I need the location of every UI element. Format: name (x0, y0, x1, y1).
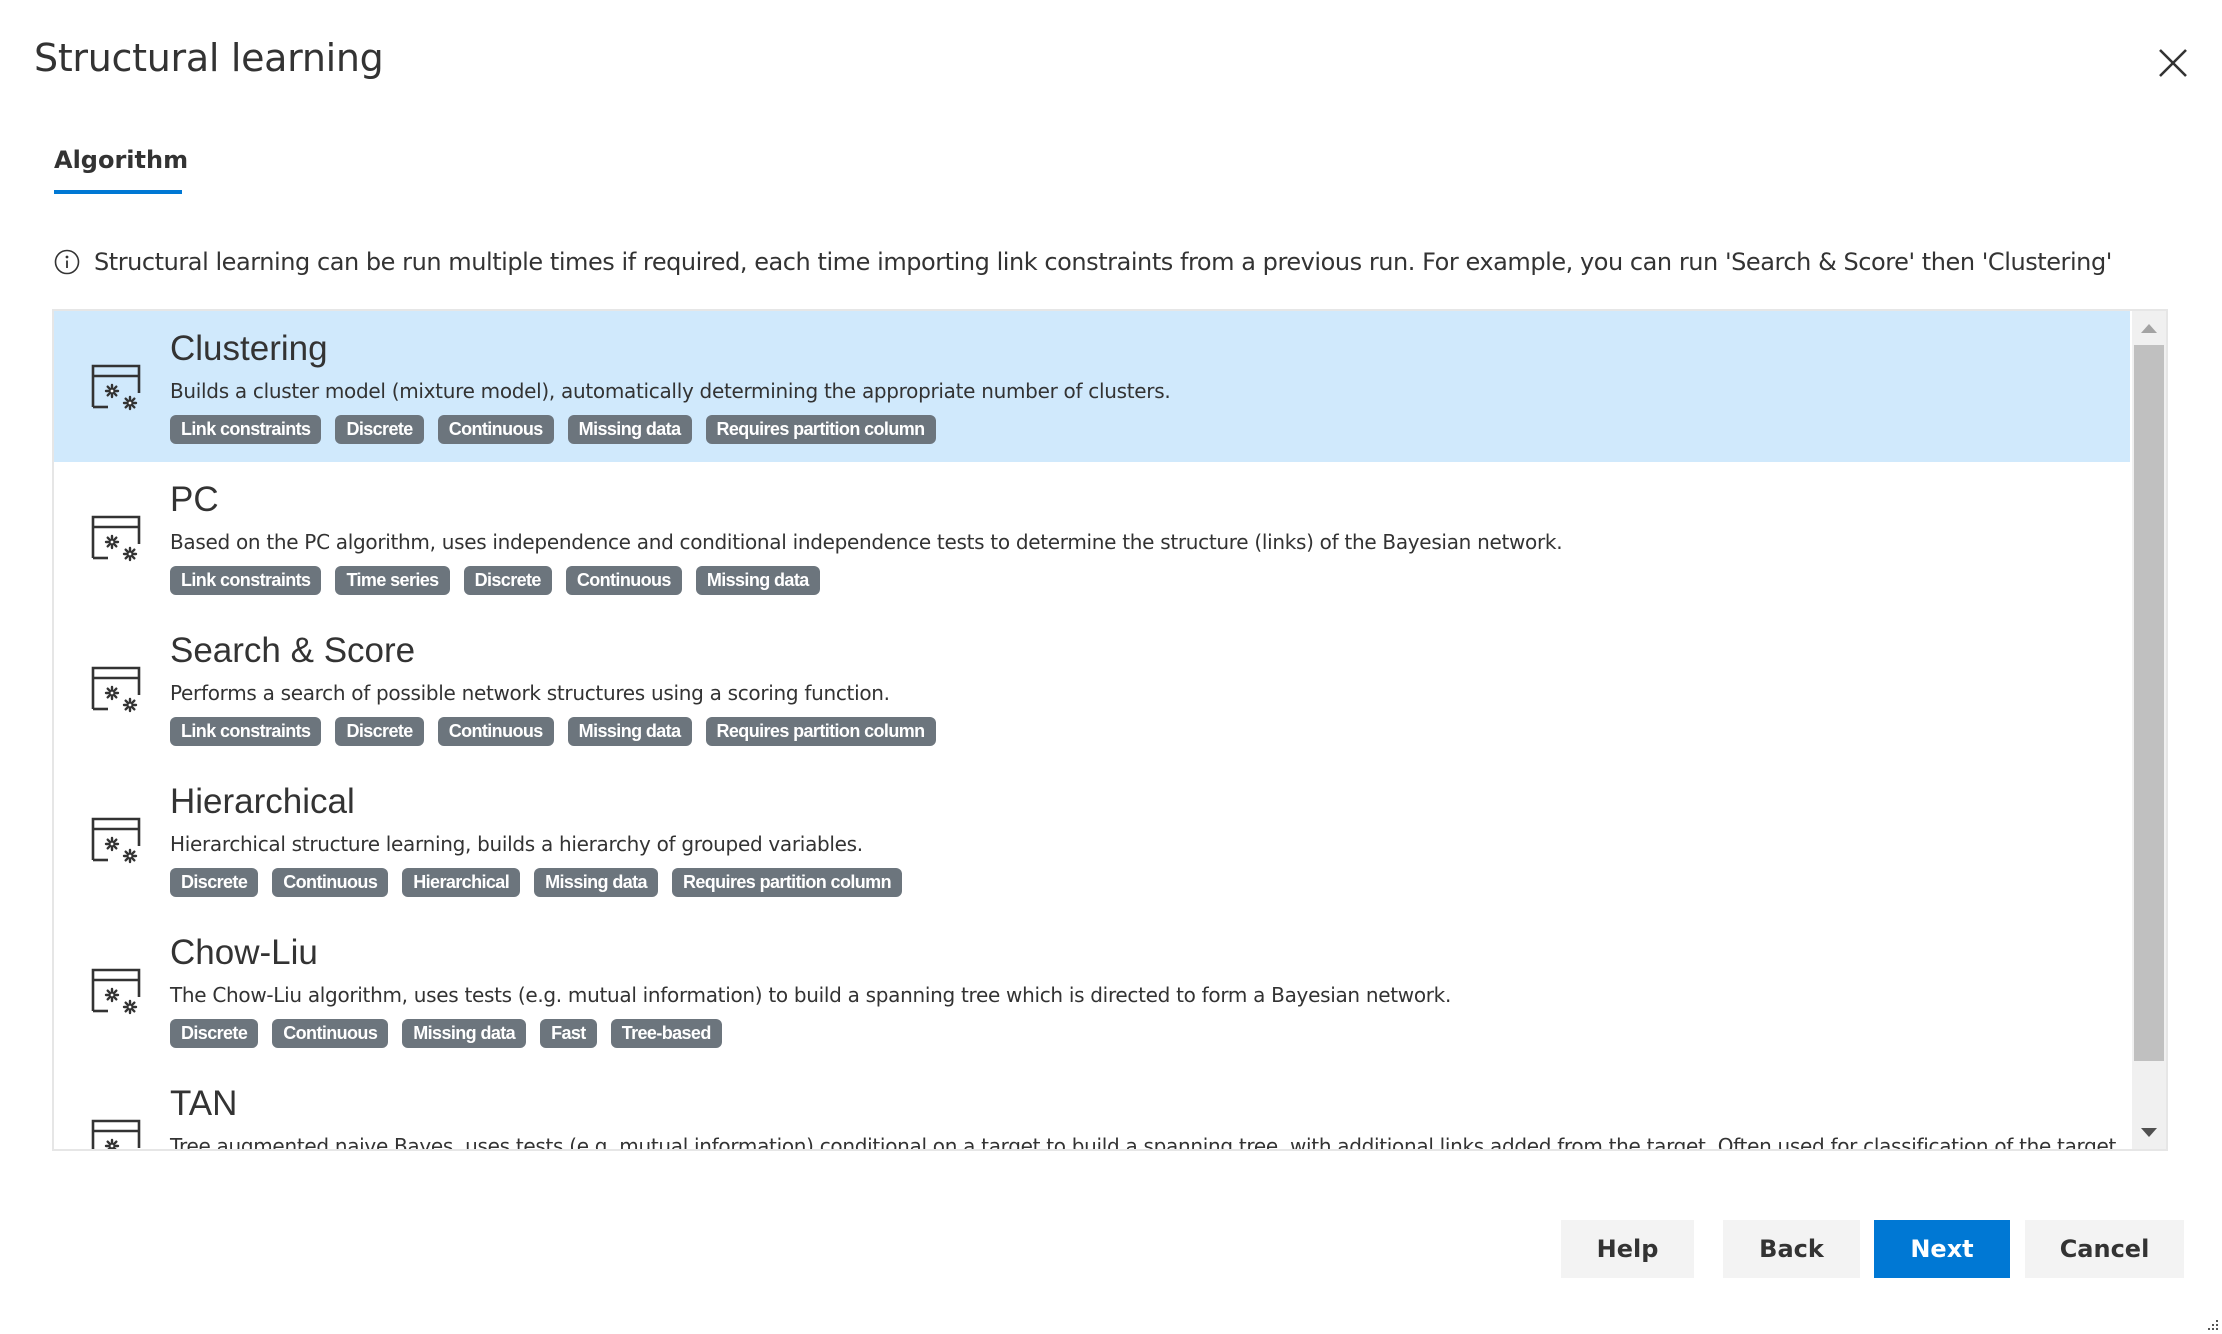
tag-badge: Fast (540, 1019, 597, 1048)
algorithm-settings-icon (90, 514, 144, 564)
algorithm-title: PC (170, 480, 219, 519)
algorithm-item-pc[interactable]: PC Based on the PC algorithm, uses indepe… (54, 462, 2130, 613)
algorithm-title: Search & Score (170, 631, 416, 670)
tag-badge: Requires partition column (705, 415, 936, 444)
back-button[interactable]: Back (1723, 1220, 1860, 1278)
resize-grip-icon[interactable] (2204, 1316, 2220, 1332)
algorithm-tags: Link constraints Discrete Continuous Missin… (170, 415, 936, 444)
algorithm-list-items: Clustering Builds a cluster model (mixtur… (54, 311, 2130, 1149)
tag-badge: Link constraints (170, 566, 322, 595)
algorithm-list[interactable]: Clustering Builds a cluster model (mixtur… (52, 309, 2168, 1151)
tag-badge: Requires partition column (671, 868, 902, 897)
algorithm-title: Hierarchical (170, 782, 355, 821)
tag-badge: Missing data (402, 1019, 527, 1048)
info-icon (54, 249, 80, 275)
scroll-up-button[interactable] (2132, 311, 2166, 345)
algorithm-item-tan[interactable]: TAN Tree augmented naive Bayes, uses test… (54, 1066, 2130, 1149)
algorithm-title: Chow-Liu (170, 933, 318, 972)
algorithm-tags: Link constraints Time series Discrete Conti… (170, 566, 820, 595)
tab-algorithm[interactable]: Algorithm (54, 146, 188, 194)
algorithm-item-clustering[interactable]: Clustering Builds a cluster model (mixtur… (54, 311, 2130, 462)
tag-badge: Discrete (170, 868, 259, 897)
algorithm-description: Tree augmented naive Bayes, uses tests (… (170, 1134, 2123, 1149)
algorithm-settings-icon (90, 665, 144, 715)
tag-badge: Requires partition column (705, 717, 936, 746)
tag-badge: Continuous (272, 1019, 389, 1048)
cancel-button[interactable]: Cancel (2025, 1220, 2184, 1278)
tag-badge: Continuous (437, 415, 554, 444)
tag-badge: Continuous (565, 566, 682, 595)
tag-badge: Continuous (437, 717, 554, 746)
tag-badge: Discrete (335, 717, 424, 746)
chevron-up-icon (2141, 323, 2157, 333)
dialog-title: Structural learning (34, 36, 384, 80)
vertical-scrollbar[interactable] (2132, 311, 2166, 1149)
algorithm-title: TAN (170, 1084, 238, 1123)
tag-badge: Missing data (534, 868, 658, 897)
tag-badge: Tree-based (610, 1019, 722, 1048)
algorithm-description: The Chow-Liu algorithm, uses tests (e.g.… (170, 983, 1452, 1007)
close-icon (2159, 49, 2187, 77)
algorithm-item-search-score[interactable]: Search & Score Performs a search of possi… (54, 613, 2130, 764)
algorithm-title: Clustering (170, 329, 328, 368)
tag-badge: Missing data (695, 566, 820, 595)
scroll-thumb[interactable] (2134, 345, 2164, 1061)
algorithm-tags: Discrete Continuous Missing data Fast Tree-b… (170, 1019, 722, 1048)
tag-badge: Discrete (170, 1019, 259, 1048)
algorithm-item-hierarchical[interactable]: Hierarchical Hierarchical structure learn… (54, 764, 2130, 915)
tag-badge: Hierarchical (402, 868, 521, 897)
tag-badge: Link constraints (170, 717, 322, 746)
tag-badge: Missing data (567, 415, 692, 444)
algorithm-tags: Discrete Continuous Hierarchical Missing da… (170, 868, 902, 897)
algorithm-description: Builds a cluster model (mixture model), … (170, 379, 1171, 403)
scroll-down-button[interactable] (2132, 1115, 2166, 1149)
chevron-down-icon (2141, 1127, 2157, 1137)
algorithm-item-chow-liu[interactable]: Chow-Liu The Chow-Liu algorithm, uses tes… (54, 915, 2130, 1066)
info-text: Structural learning can be run multiple … (94, 248, 2112, 276)
algorithm-description: Hierarchical structure learning, builds … (170, 832, 863, 856)
help-button[interactable]: Help (1561, 1220, 1694, 1278)
algorithm-description: Based on the PC algorithm, uses independ… (170, 530, 1563, 554)
algorithm-settings-icon (90, 363, 144, 413)
tag-badge: Continuous (272, 868, 389, 897)
tag-badge: Missing data (567, 717, 692, 746)
tag-badge: Time series (335, 566, 450, 595)
tag-badge: Discrete (463, 566, 552, 595)
tag-badge: Discrete (335, 415, 424, 444)
algorithm-description: Performs a search of possible network st… (170, 681, 890, 705)
algorithm-settings-icon (90, 1118, 144, 1149)
info-message: Structural learning can be run multiple … (54, 244, 2112, 280)
algorithm-tags: Link constraints Discrete Continuous Missin… (170, 717, 936, 746)
next-button[interactable]: Next (1874, 1220, 2010, 1278)
tag-badge: Link constraints (170, 415, 322, 444)
algorithm-settings-icon (90, 816, 144, 866)
algorithm-settings-icon (90, 967, 144, 1017)
close-button[interactable] (2150, 40, 2196, 86)
